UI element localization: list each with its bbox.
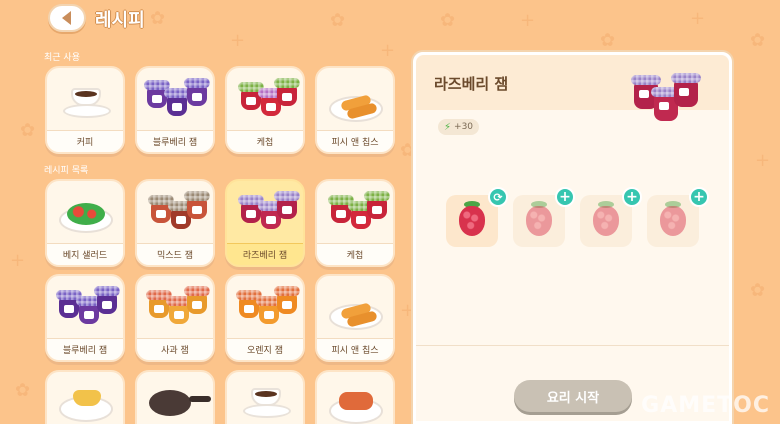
recipe-card-blueberry-jam-2[interactable]: 블루베리 잼 — [45, 274, 125, 362]
plus-icon[interactable]: + — [555, 187, 575, 207]
recipe-card-blueberry-jam[interactable]: 블루베리 잼 — [135, 66, 215, 154]
recipe-card-label: 케첩 — [317, 243, 393, 265]
plus-icon[interactable]: + — [689, 187, 709, 207]
recipe-list-label: 레시피 목록 — [44, 166, 89, 176]
ingredient-slot-4[interactable]: + — [647, 187, 709, 247]
veggie-salad-icon — [47, 181, 123, 243]
recipe-card-label: 믹스드 잼 — [137, 243, 213, 265]
raspberry-jam-icon — [227, 181, 303, 243]
raspberry-icon — [593, 206, 619, 236]
recipe-card-skillet[interactable] — [135, 370, 215, 424]
sandwich-icon — [317, 372, 393, 424]
recipe-card-label: 블루베리 잼 — [47, 338, 123, 360]
recipe-card-orange-jam[interactable]: 오렌지 잼 — [225, 274, 305, 362]
recipe-card-mixed-jam[interactable]: 믹스드 잼 — [135, 179, 215, 267]
energy-value: +30 — [454, 122, 474, 132]
ingredient-slot-2[interactable]: + — [513, 187, 575, 247]
recipe-card-coffee-2[interactable] — [225, 370, 305, 424]
mixed-jam-icon — [137, 181, 213, 243]
orange-jam-icon — [227, 276, 303, 338]
recipe-detail-panel: 라즈베리 잼 ⚡ +30 ⟳ + + + 요리 시작 — [413, 52, 732, 424]
recipe-card-label: 커피 — [47, 130, 123, 152]
lightning-icon: ⚡ — [444, 121, 452, 133]
apple-jam-icon — [137, 276, 213, 338]
recipe-card-ketchup-2[interactable]: 케첩 — [315, 179, 395, 267]
raspberry-icon — [459, 206, 485, 236]
recipe-card-label: 오렌지 잼 — [227, 338, 303, 360]
recipe-card-label: 피시 앤 칩스 — [317, 338, 393, 360]
recipe-card-label: 블루베리 잼 — [137, 130, 213, 152]
blueberry-jam-icon — [137, 68, 213, 130]
page-title: 레시피 — [95, 10, 145, 31]
recipe-card-raspberry-jam[interactable]: 라즈베리 잼 — [225, 179, 305, 267]
ingredient-slot-1[interactable]: ⟳ — [446, 187, 508, 247]
recipe-card-apple-jam[interactable]: 사과 잼 — [135, 274, 215, 362]
energy-badge: ⚡ +30 — [438, 119, 480, 135]
raspberry-icon — [526, 206, 552, 236]
raspberry-jam-icon — [628, 67, 704, 129]
fish-and-chips-icon — [317, 276, 393, 338]
ketchup-icon — [227, 68, 303, 130]
swap-icon[interactable]: ⟳ — [488, 187, 508, 207]
recipe-card-fish-and-chips-2[interactable]: 피시 앤 칩스 — [315, 274, 395, 362]
recipe-title: 라즈베리 잼 — [434, 75, 509, 93]
plus-icon[interactable]: + — [622, 187, 642, 207]
recipe-card-ketchup[interactable]: 케첩 — [225, 66, 305, 154]
recipe-card-label: 케첩 — [227, 130, 303, 152]
raspberry-icon — [660, 206, 686, 236]
recipe-card-pudding[interactable] — [45, 370, 125, 424]
back-button[interactable] — [48, 4, 86, 32]
watermark: GAMETOC — [641, 393, 770, 418]
start-cooking-button[interactable]: 요리 시작 — [514, 380, 632, 412]
ingredient-slot-3[interactable]: + — [580, 187, 642, 247]
recipe-card-veggie-salad[interactable]: 베지 샐러드 — [45, 179, 125, 267]
divider — [416, 345, 729, 346]
recipe-card-sandwich[interactable] — [315, 370, 395, 424]
recipe-card-label: 라즈베리 잼 — [227, 243, 303, 265]
recipe-card-label: 피시 앤 칩스 — [317, 130, 393, 152]
recipe-card-coffee[interactable]: 커피 — [45, 66, 125, 154]
pudding-icon — [47, 372, 123, 424]
coffee-icon — [47, 68, 123, 130]
recent-section-label: 최근 사용 — [44, 53, 80, 63]
recipe-card-label: 베지 샐러드 — [47, 243, 123, 265]
skillet-icon — [137, 372, 213, 424]
recipe-card-fish-and-chips[interactable]: 피시 앤 칩스 — [315, 66, 395, 154]
blueberry-jam-icon — [47, 276, 123, 338]
ketchup-icon — [317, 181, 393, 243]
back-arrow-icon — [61, 11, 71, 25]
fish-and-chips-icon — [317, 68, 393, 130]
coffee-icon — [227, 372, 303, 424]
recipe-card-label: 사과 잼 — [137, 338, 213, 360]
